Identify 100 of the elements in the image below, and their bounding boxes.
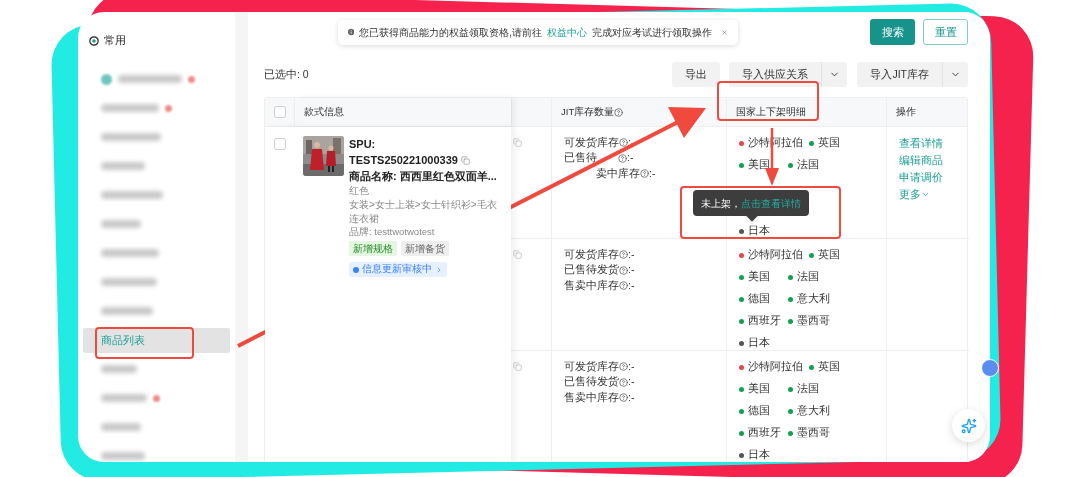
help-icon[interactable] [614,107,624,117]
detail-link[interactable]: 点击查看详情 [741,195,801,211]
action-link[interactable]: 编辑商品 [899,152,943,169]
blurred-menu-item[interactable] [101,104,159,113]
stock-label: 卖中库存 [596,165,640,181]
stock-label: 可发货库存 [564,358,619,374]
tooltip-text: 未上架， [701,196,741,211]
country-name: 沙特阿拉伯 [748,247,803,263]
stock-value: :- [628,389,635,405]
copy-icon[interactable] [460,155,470,165]
stock-label: 已售待 [564,150,597,166]
checkbox[interactable] [273,106,286,118]
notice-text: 您已获得商品能力的权益领取资格,请前往 [359,25,543,40]
column-header: JIT库存数量 [561,104,615,119]
stock-label: 已售待发货 [564,374,619,390]
action-link[interactable]: 更多 [899,186,930,203]
country-name: 法国 [797,157,819,173]
blurred-menu-item[interactable] [101,249,159,258]
stock-value: :- [627,150,634,166]
country-name: 日本 [748,335,770,351]
country-name: 墨西哥 [797,313,830,329]
country-name: 法国 [797,269,819,285]
product-tag: 新增备货 [401,241,449,256]
help-icon[interactable] [619,250,628,260]
header-button[interactable]: 搜索 [870,19,915,45]
copy-icon[interactable] [513,362,522,371]
country-name: 意大利 [797,403,830,419]
country-name: 日本 [748,223,770,239]
stock-label: 可发货库存 [564,134,619,150]
help-icon[interactable] [619,362,628,372]
action-link[interactable]: 查看详情 [899,135,943,152]
copy-icon[interactable] [513,138,522,147]
stock-label: 已售待发货 [564,262,619,278]
radio-icon [89,35,99,46]
product-name: 商品名称: 西西里红色双面羊... [349,169,497,184]
country-name: 意大利 [797,291,830,307]
blurred-menu-item[interactable] [101,133,161,142]
country-name: 法国 [797,381,819,397]
spu-label: SPU: [349,137,376,152]
help-icon[interactable] [619,393,628,403]
stock-value: :- [649,165,656,181]
spu-code: TESTS250221000339 [349,153,458,168]
product-tag: 新增规格 [349,241,397,256]
stock-label: 售卖中库存 [564,389,619,405]
blurred-menu-item[interactable] [101,394,147,403]
stock-value: :- [628,262,635,278]
country-name: 西班牙 [748,313,781,329]
help-icon[interactable] [619,265,628,275]
country-name: 沙特阿拉伯 [748,359,803,375]
chevron-icon [435,265,443,274]
blurred-menu-item[interactable] [101,307,153,316]
sidebar-item[interactable]: 商品列表 [83,327,230,353]
help-icon[interactable] [618,153,627,163]
column-header: 操作 [896,104,916,119]
sparkle-icon [960,417,977,434]
blurred-menu-item[interactable] [101,220,141,229]
review-status[interactable]: 信息更新审核中 [349,262,447,277]
info-icon [348,27,355,37]
product-spec: 红色 [349,184,369,198]
country-name: 美国 [748,381,770,397]
country-name: 德国 [748,403,770,419]
header-button[interactable]: 重置 [923,19,968,45]
blurred-menu-item[interactable] [101,191,163,200]
group-icon [101,73,112,85]
help-icon[interactable] [640,169,649,179]
country-name: 美国 [748,269,770,285]
stock-value: :- [628,134,635,150]
stock-value: :- [628,358,635,374]
product-category: 女装>女士上装>女士针织衫>毛衣连衣裙 [349,198,498,225]
stock-value: :- [628,374,635,390]
blurred-menu-item[interactable] [118,75,182,84]
blurred-menu-item[interactable] [101,162,145,171]
stock-label: 可发货库存 [564,246,619,262]
help-icon[interactable] [619,138,628,148]
notice-text: 完成对应考试进行领取操作 [592,25,713,40]
product-brand: 品牌: testtwotwotest [349,225,435,239]
country-name: 墨西哥 [797,425,830,441]
column-header: 款式信息 [304,104,344,119]
column-header: 国家上下架明细 [736,104,806,119]
country-name: 西班牙 [748,425,781,441]
toolbar-button[interactable]: 导出 [672,62,721,87]
stock-label: 售卖中库存 [564,277,619,293]
stock-value: :- [628,246,635,262]
help-icon[interactable] [619,281,628,291]
blurred-menu-item[interactable] [101,278,157,287]
country-name: 英国 [818,135,840,151]
action-link[interactable]: 申请调价 [899,169,943,186]
country-name: 英国 [818,359,840,375]
selection-count: 已选中: 0 [264,66,309,82]
help-icon[interactable] [619,377,628,387]
benefit-center-link[interactable]: 权益中心 [547,24,588,40]
stock-value: :- [628,277,635,293]
country-name: 德国 [748,291,770,307]
country-name: 英国 [818,247,840,263]
copy-icon[interactable] [513,250,522,259]
pinned-label[interactable]: 常用 [104,33,126,49]
blurred-menu-item[interactable] [101,365,137,374]
blurred-menu-item[interactable] [101,452,145,461]
checkbox[interactable] [273,138,286,150]
blurred-menu-item[interactable] [101,423,141,432]
